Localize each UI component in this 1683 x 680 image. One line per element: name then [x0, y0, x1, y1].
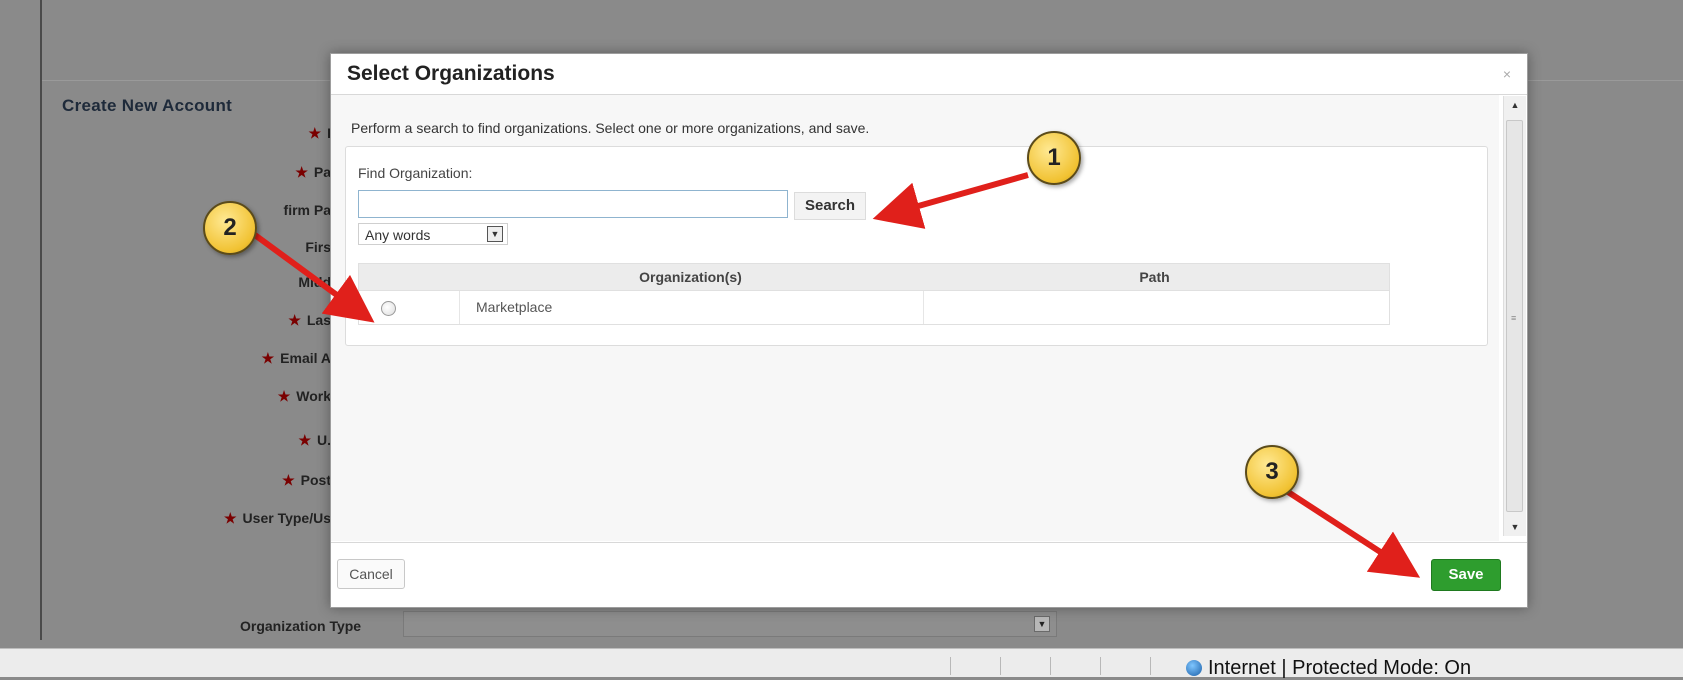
- select-organizations-dialog: Select Organizations × Perform a search …: [330, 53, 1528, 608]
- organization-radio[interactable]: [381, 300, 396, 316]
- match-mode-select[interactable]: Any words ▼: [358, 223, 508, 245]
- table-row[interactable]: Marketplace: [359, 291, 1389, 324]
- field-label: ★ Post: [282, 472, 331, 488]
- scroll-down-icon[interactable]: ▼: [1504, 518, 1526, 536]
- chevron-down-icon[interactable]: ▼: [1034, 616, 1050, 632]
- organizations-table: Organization(s) Path Marketplace: [358, 263, 1390, 325]
- required-star: ★: [298, 432, 311, 448]
- required-star: ★: [277, 388, 291, 404]
- field-label: ★ Pa: [295, 164, 331, 180]
- column-header-organizations: Organization(s): [639, 269, 742, 285]
- callout-badge: 3: [1245, 445, 1299, 499]
- search-panel: Find Organization: Search Any words ▼ Or…: [345, 146, 1488, 346]
- organization-cell: Marketplace: [460, 291, 924, 324]
- scroll-up-icon[interactable]: ▲: [1504, 96, 1526, 114]
- required-star: ★: [282, 472, 295, 488]
- field-label: ★ User Type/Us: [223, 510, 331, 526]
- field-label: Midd: [298, 274, 331, 290]
- callout-badge: 1: [1027, 131, 1081, 185]
- status-divider: [1000, 657, 1001, 675]
- required-star: ★: [308, 125, 322, 141]
- find-organization-label: Find Organization:: [358, 165, 473, 181]
- field-label: ★ Las: [288, 312, 331, 328]
- cancel-button[interactable]: Cancel: [337, 559, 405, 589]
- row-select-cell[interactable]: [359, 291, 460, 324]
- match-mode-value: Any words: [365, 227, 431, 243]
- required-star: ★: [295, 164, 308, 180]
- status-zone: Internet | Protected Mode: On: [1186, 657, 1471, 680]
- field-label: ★ U.: [298, 432, 331, 448]
- field-label: ★ Work: [277, 388, 331, 404]
- callout-badge: 2: [203, 201, 257, 255]
- organization-type-label: Organization Type: [240, 618, 362, 634]
- required-star: ★: [261, 350, 275, 366]
- table-header: Organization(s) Path: [359, 264, 1389, 291]
- status-divider: [1050, 657, 1051, 675]
- globe-icon: [1186, 660, 1202, 676]
- select-column-header: [359, 264, 459, 290]
- dialog-scrollbar[interactable]: ▲ ≡ ▼: [1503, 96, 1526, 536]
- field-label: ★I: [309, 125, 331, 142]
- status-divider: [950, 657, 951, 675]
- page-left-rule: [40, 0, 42, 640]
- column-header-path: Path: [1139, 269, 1170, 285]
- close-icon[interactable]: ×: [1503, 66, 1511, 82]
- dialog-header: Select Organizations ×: [331, 54, 1527, 95]
- dialog-title: Select Organizations: [347, 62, 555, 85]
- scrollbar-thumb[interactable]: ≡: [1506, 120, 1523, 512]
- find-organization-input[interactable]: [358, 190, 788, 218]
- dialog-footer: Cancel Save: [331, 542, 1527, 607]
- field-label: Firs: [305, 239, 331, 255]
- dialog-instructions: Perform a search to find organizations. …: [351, 120, 870, 136]
- status-divider: [1100, 657, 1101, 675]
- save-button[interactable]: Save: [1431, 559, 1501, 591]
- field-label: firm Pa: [283, 202, 331, 218]
- status-divider: [1150, 657, 1151, 675]
- browser-status-bar: Internet | Protected Mode: On: [0, 648, 1683, 680]
- path-cell: [924, 291, 1389, 324]
- required-star: ★: [288, 312, 301, 328]
- search-button[interactable]: Search: [794, 192, 866, 220]
- required-star: ★: [223, 510, 237, 526]
- grip-icon: ≡: [1511, 313, 1517, 323]
- field-label: ★ Email A: [261, 350, 331, 366]
- chevron-down-icon[interactable]: ▼: [487, 226, 503, 242]
- organization-type-select[interactable]: ▼: [403, 611, 1057, 637]
- form-title: Create New Account: [62, 96, 233, 115]
